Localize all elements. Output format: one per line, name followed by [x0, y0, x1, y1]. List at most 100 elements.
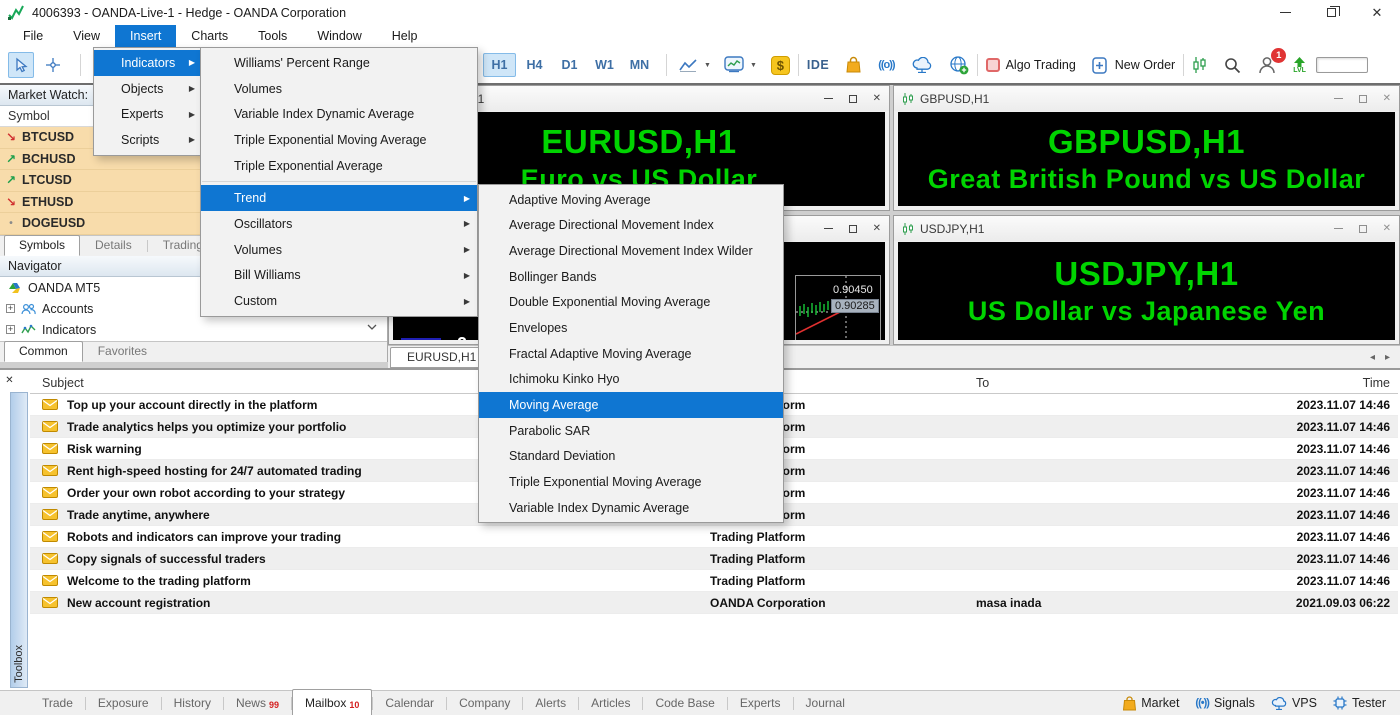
mailbox-row[interactable]: Robots and indicators can improve your t…: [30, 526, 1398, 548]
new-order-button[interactable]: New Order: [1115, 58, 1175, 72]
chart-minimize-button[interactable]: [1334, 228, 1343, 229]
deposit-icon[interactable]: $: [771, 56, 790, 75]
tab-scroll-right-icon[interactable]: ▸: [1385, 352, 1390, 363]
new-order-icon[interactable]: [1092, 57, 1109, 74]
signals-broadcast-icon[interactable]: ((o)): [878, 59, 894, 71]
algo-trading-button[interactable]: Algo Trading: [1006, 58, 1076, 72]
trend-menu-item-average-directional-movement-index[interactable]: Average Directional Movement Index: [479, 213, 783, 239]
trend-menu-item-parabolic-sar[interactable]: Parabolic SAR: [479, 418, 783, 444]
insert-menu-item-objects[interactable]: Objects▶: [94, 76, 202, 102]
market-watch-tab-details[interactable]: Details: [80, 235, 147, 256]
trend-menu-item-fractal-adaptive-moving-average[interactable]: Fractal Adaptive Moving Average: [479, 341, 783, 367]
trend-menu-item-envelopes[interactable]: Envelopes: [479, 315, 783, 341]
menu-file[interactable]: File: [8, 25, 58, 47]
timeframe-w1[interactable]: W1: [588, 53, 621, 77]
status-tester[interactable]: Tester: [1333, 696, 1386, 710]
timeframe-mn[interactable]: MN: [623, 53, 656, 77]
trend-menu-item-triple-exponential-moving-average[interactable]: Triple Exponential Moving Average: [479, 469, 783, 495]
insert-menu-item-experts[interactable]: Experts▶: [94, 101, 202, 127]
trend-menu-item-moving-average[interactable]: Moving Average: [479, 392, 783, 418]
trend-menu-item-ichimoku-kinko-hyo[interactable]: Ichimoku Kinko Hyo: [479, 366, 783, 392]
menu-view[interactable]: View: [58, 25, 115, 47]
chart-close-button[interactable]: ✕: [873, 93, 881, 104]
trend-menu-item-variable-index-dynamic-average[interactable]: Variable Index Dynamic Average: [479, 495, 783, 521]
chart-maximize-button[interactable]: [1359, 225, 1367, 233]
crosshair-tool-button[interactable]: [40, 52, 66, 78]
toolbox-tab-experts[interactable]: Experts: [728, 692, 793, 715]
toolbox-tab-news[interactable]: News99: [224, 692, 291, 715]
window-close-button[interactable]: ✕: [1354, 0, 1400, 25]
mailbox-row[interactable]: Welcome to the trading platformTrading P…: [30, 570, 1398, 592]
indicators-menu-item-williams-percent-range[interactable]: Williams' Percent Range: [201, 50, 477, 76]
navigator-tab-favorites[interactable]: Favorites: [83, 341, 162, 362]
expand-icon[interactable]: +: [6, 304, 15, 313]
toolbox-tab-articles[interactable]: Articles: [579, 692, 642, 715]
chart-close-button[interactable]: ✕: [873, 223, 881, 234]
cursor-tool-button[interactable]: [8, 52, 34, 78]
trend-menu-item-double-exponential-moving-average[interactable]: Double Exponential Moving Average: [479, 290, 783, 316]
timeframe-d1[interactable]: D1: [553, 53, 586, 77]
toolbox-tab-code-base[interactable]: Code Base: [643, 692, 726, 715]
timeframe-h4[interactable]: H4: [518, 53, 551, 77]
menu-window[interactable]: Window: [302, 25, 376, 47]
insert-menu-item-scripts[interactable]: Scripts▶: [94, 127, 202, 153]
chart-minimize-button[interactable]: [824, 228, 833, 229]
status-market[interactable]: Market: [1123, 696, 1179, 711]
indicators-group-trend[interactable]: Trend▶: [201, 185, 477, 211]
market-watch-tab-symbols[interactable]: Symbols: [4, 235, 80, 256]
column-to[interactable]: To: [964, 376, 1230, 390]
menu-charts[interactable]: Charts: [176, 25, 243, 47]
toolbox-tab-company[interactable]: Company: [447, 692, 522, 715]
ide-button[interactable]: IDE: [807, 58, 829, 72]
indicators-menu-item-triple-exponential-average[interactable]: Triple Exponential Average: [201, 153, 477, 179]
search-icon[interactable]: [1224, 57, 1241, 74]
community-globe-icon[interactable]: [949, 55, 969, 75]
trend-menu-item-bollinger-bands[interactable]: Bollinger Bands: [479, 264, 783, 290]
chart-maximize-button[interactable]: [849, 95, 857, 103]
toolbox-tab-exposure[interactable]: Exposure: [86, 692, 161, 715]
cloud-icon[interactable]: [911, 57, 933, 73]
toolbox-tab-history[interactable]: History: [162, 692, 223, 715]
indicators-group-bill-williams[interactable]: Bill Williams▶: [201, 263, 477, 289]
window-maximize-button[interactable]: [1308, 0, 1354, 25]
mailbox-row[interactable]: New account registrationOANDA Corporatio…: [30, 592, 1398, 614]
status-vps[interactable]: VPS: [1271, 696, 1317, 710]
timeframe-h1[interactable]: H1: [483, 53, 516, 77]
chart-area-usdjpy[interactable]: USDJPY,H1 US Dollar vs Japanese Yen: [898, 242, 1395, 340]
toolbox-side-tab[interactable]: Toolbox: [10, 392, 28, 688]
menu-tools[interactable]: Tools: [243, 25, 302, 47]
chart-close-button[interactable]: ✕: [1383, 223, 1391, 234]
indicators-menu-item-volumes[interactable]: Volumes: [201, 76, 477, 102]
chart-maximize-button[interactable]: [1359, 95, 1367, 103]
indicators-group-oscillators[interactable]: Oscillators▶: [201, 211, 477, 237]
toolbox-tab-journal[interactable]: Journal: [794, 692, 857, 715]
window-minimize-button[interactable]: [1262, 0, 1308, 25]
algo-trading-icon[interactable]: [986, 58, 1000, 72]
expand-icon[interactable]: +: [6, 325, 15, 334]
chart-close-button[interactable]: ✕: [1383, 93, 1391, 104]
close-toolbox-icon[interactable]: ✕: [3, 374, 16, 387]
trend-menu-item-standard-deviation[interactable]: Standard Deviation: [479, 443, 783, 469]
indicators-menu-item-variable-index-dynamic-average[interactable]: Variable Index Dynamic Average: [201, 101, 477, 127]
toolbox-tab-trade[interactable]: Trade: [30, 692, 85, 715]
trend-menu-item-average-directional-movement-index-wilder[interactable]: Average Directional Movement Index Wilde…: [479, 238, 783, 264]
menu-help[interactable]: Help: [377, 25, 433, 47]
navigator-item-indicators[interactable]: + Indicators: [0, 319, 387, 340]
market-bag-icon[interactable]: [845, 56, 862, 74]
trend-menu-item-adaptive-moving-average[interactable]: Adaptive Moving Average: [479, 187, 783, 213]
column-time[interactable]: Time: [1230, 376, 1398, 390]
candlestick-icon[interactable]: [1192, 56, 1208, 74]
chart-titlebar-usdjpy[interactable]: USDJPY,H1 ✕: [894, 216, 1399, 241]
toolbox-tab-mailbox[interactable]: Mailbox10: [292, 689, 372, 715]
mailbox-row[interactable]: Copy signals of successful tradersTradin…: [30, 548, 1398, 570]
insert-menu-item-indicators[interactable]: Indicators▶: [94, 50, 202, 76]
status-signals[interactable]: ((•)) Signals: [1195, 696, 1255, 710]
line-studies-button[interactable]: [675, 52, 701, 78]
notifications-profile-icon[interactable]: 1: [1257, 55, 1277, 75]
menu-insert[interactable]: Insert: [115, 25, 176, 47]
indicators-group-volumes[interactable]: Volumes▶: [201, 237, 477, 263]
navigator-tab-common[interactable]: Common: [4, 341, 83, 362]
chart-titlebar-gbpusd[interactable]: GBPUSD,H1 ✕: [894, 86, 1399, 111]
chart-minimize-button[interactable]: [824, 98, 833, 99]
chart-maximize-button[interactable]: [849, 225, 857, 233]
